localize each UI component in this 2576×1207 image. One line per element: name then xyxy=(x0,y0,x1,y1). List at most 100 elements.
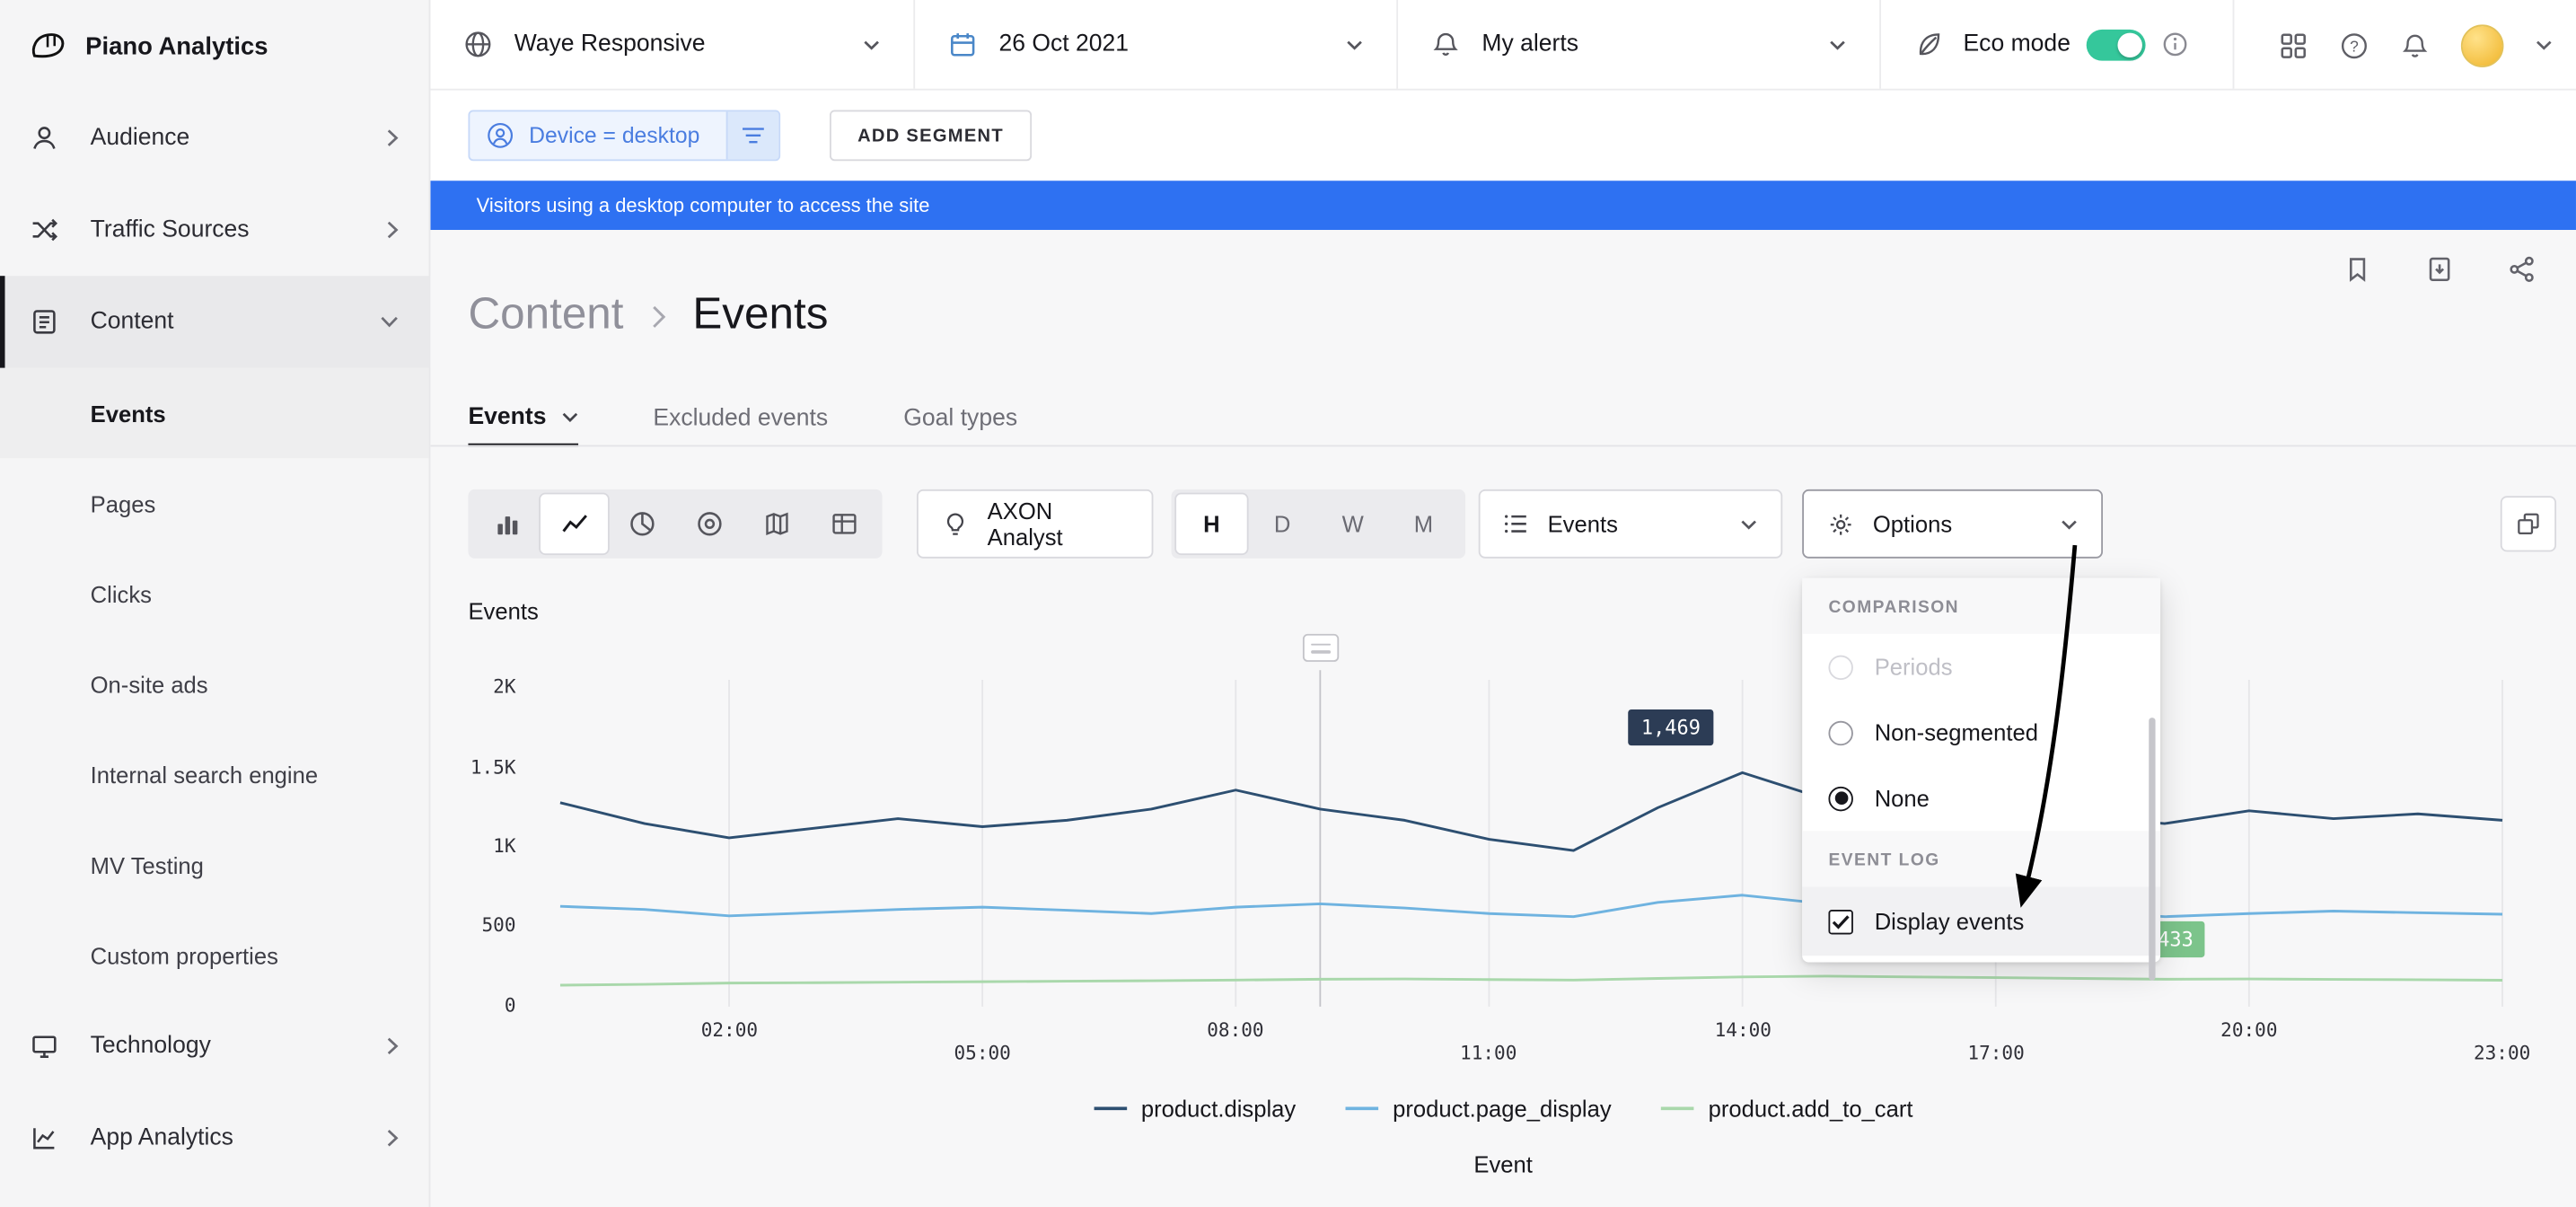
chevron-down-icon xyxy=(1828,39,1846,50)
options-dropdown-value: Options xyxy=(1873,511,1952,537)
sidebar-item-content[interactable]: Content xyxy=(0,276,429,367)
checkbox-checked-icon xyxy=(1828,909,1852,933)
x-tick-label: 20:00 xyxy=(2220,1018,2277,1042)
x-tick-label: 08:00 xyxy=(1207,1018,1263,1042)
segment-description-text: Visitors using a desktop computer to acc… xyxy=(477,194,930,217)
line-chart-icon xyxy=(30,1123,66,1153)
events-line-chart[interactable] xyxy=(526,670,2510,1013)
sidebar-item-technology[interactable]: Technology xyxy=(0,1000,429,1092)
bar-chart-icon[interactable] xyxy=(473,494,541,553)
sidebar-item-clicks[interactable]: Clicks xyxy=(0,549,429,639)
tab-goal-types[interactable]: Goal types xyxy=(903,389,1017,446)
granularity-month[interactable]: M xyxy=(1388,494,1459,553)
sidebar-item-audience[interactable]: Audience xyxy=(0,92,429,183)
sidebar-subitem-label: Pages xyxy=(91,490,156,516)
bookmark-icon[interactable] xyxy=(2343,254,2372,284)
segment-chip[interactable]: Device = desktop xyxy=(468,110,780,162)
sidebar-item-on-site-ads[interactable]: On-site ads xyxy=(0,639,429,729)
legend-item[interactable]: product.add_to_cart xyxy=(1661,1096,1913,1122)
menu-item-periods[interactable]: Periods xyxy=(1802,634,2160,700)
radio-icon xyxy=(1828,720,1852,744)
add-segment-button[interactable]: ADD SEGMENT xyxy=(830,110,1032,162)
menu-item-label: None xyxy=(1875,785,1930,811)
sidebar-item-custom-properties[interactable]: Custom properties xyxy=(0,910,429,1000)
menu-item-label: Display events xyxy=(1875,908,2025,934)
y-tick-label: 1.5K xyxy=(430,755,515,779)
calendar-icon xyxy=(948,30,978,59)
menu-item-non-segmented[interactable]: Non-segmented xyxy=(1802,700,2160,765)
pie-chart-icon[interactable] xyxy=(608,494,675,553)
tab-excluded-events[interactable]: Excluded events xyxy=(653,389,828,446)
date-selector-value: 26 Oct 2021 xyxy=(998,31,1129,57)
chevron-right-icon xyxy=(386,1128,400,1148)
line-chart-icon[interactable] xyxy=(541,494,608,553)
legend-item[interactable]: product.display xyxy=(1094,1096,1296,1122)
share-icon[interactable] xyxy=(2507,254,2536,284)
metric-dropdown[interactable]: Events xyxy=(1479,489,1782,559)
add-segment-label: ADD SEGMENT xyxy=(857,126,1004,145)
event-annotation-icon[interactable] xyxy=(1303,634,1339,662)
page-title: Events xyxy=(692,289,828,340)
granularity-hour[interactable]: H xyxy=(1176,494,1247,553)
chevron-down-icon[interactable] xyxy=(2535,40,2553,51)
sidebar-item-app-analytics[interactable]: App Analytics xyxy=(0,1092,429,1184)
menu-item-display-events[interactable]: Display events xyxy=(1802,886,2160,956)
table-icon[interactable] xyxy=(810,494,877,553)
list-icon xyxy=(1503,511,1529,537)
axon-analyst-label: AXON Analyst xyxy=(988,498,1129,551)
eco-mode-section: Eco mode xyxy=(1881,0,2234,89)
sidebar-subitem-label: On-site ads xyxy=(91,671,208,697)
donut-chart-icon[interactable] xyxy=(675,494,743,553)
sidebar-item-pages[interactable]: Pages xyxy=(0,458,429,549)
eco-mode-toggle[interactable] xyxy=(2087,29,2146,60)
axon-analyst-button[interactable]: AXON Analyst xyxy=(917,489,1153,559)
sidebar-item-events[interactable]: Events xyxy=(0,368,429,459)
export-icon[interactable] xyxy=(2425,254,2455,284)
chart-title: Events xyxy=(468,598,538,624)
notifications-bell-icon[interactable] xyxy=(2400,31,2430,60)
app-name: Piano Analytics xyxy=(85,32,268,60)
chevron-right-icon xyxy=(386,220,400,240)
tab-events[interactable]: Events xyxy=(468,389,577,446)
sidebar-item-mv-testing[interactable]: MV Testing xyxy=(0,819,429,910)
sidebar-item-traffic-sources[interactable]: Traffic Sources xyxy=(0,184,429,276)
map-icon[interactable] xyxy=(743,494,810,553)
granularity-week[interactable]: W xyxy=(1317,494,1388,553)
help-icon[interactable]: ? xyxy=(2339,31,2369,60)
site-selector[interactable]: Waye Responsive xyxy=(430,0,915,89)
header-icon-cluster: ? xyxy=(2279,0,2554,91)
chevron-down-icon xyxy=(1740,518,1758,530)
avatar[interactable] xyxy=(2461,24,2504,67)
x-tick-label: 14:00 xyxy=(1715,1018,1772,1042)
alerts-selector[interactable]: My alerts xyxy=(1398,0,1881,89)
breadcrumb-parent[interactable]: Content xyxy=(468,289,623,340)
granularity-switcher: H D W M xyxy=(1172,489,1466,559)
info-icon[interactable] xyxy=(2162,31,2188,57)
user-icon xyxy=(30,123,66,153)
metric-dropdown-value: Events xyxy=(1548,511,1618,537)
chart-legend: product.display product.page_display pro… xyxy=(430,1096,2576,1122)
legend-item[interactable]: product.page_display xyxy=(1345,1096,1612,1122)
menu-scrollbar[interactable] xyxy=(2149,718,2155,981)
x-tick-label: 17:00 xyxy=(1967,1041,2024,1064)
date-selector[interactable]: 26 Oct 2021 xyxy=(915,0,1398,89)
tab-divider xyxy=(430,445,2576,447)
chevron-down-icon xyxy=(863,39,881,50)
menu-item-none[interactable]: None xyxy=(1802,765,2160,831)
segment-filter-icon[interactable] xyxy=(726,111,779,159)
alerts-selector-value: My alerts xyxy=(1481,31,1578,57)
menu-item-label: Periods xyxy=(1875,654,1953,680)
menu-item-label: Non-segmented xyxy=(1875,719,2038,745)
y-tick-label: 0 xyxy=(430,993,515,1017)
copy-icon[interactable] xyxy=(2501,496,2556,551)
options-dropdown[interactable]: Options xyxy=(1802,489,2103,559)
legend-swatch xyxy=(1661,1106,1694,1110)
sidebar-item-internal-search-engine[interactable]: Internal search engine xyxy=(0,729,429,820)
x-tick-label: 23:00 xyxy=(2474,1041,2530,1064)
app-logo[interactable]: Piano Analytics xyxy=(0,0,429,92)
main-content: Content Events Events Excluded events Go… xyxy=(430,230,2576,1207)
granularity-day[interactable]: D xyxy=(1247,494,1318,553)
gear-icon xyxy=(1827,510,1855,538)
apps-grid-icon[interactable] xyxy=(2279,31,2308,60)
y-tick-label: 1K xyxy=(430,834,515,858)
